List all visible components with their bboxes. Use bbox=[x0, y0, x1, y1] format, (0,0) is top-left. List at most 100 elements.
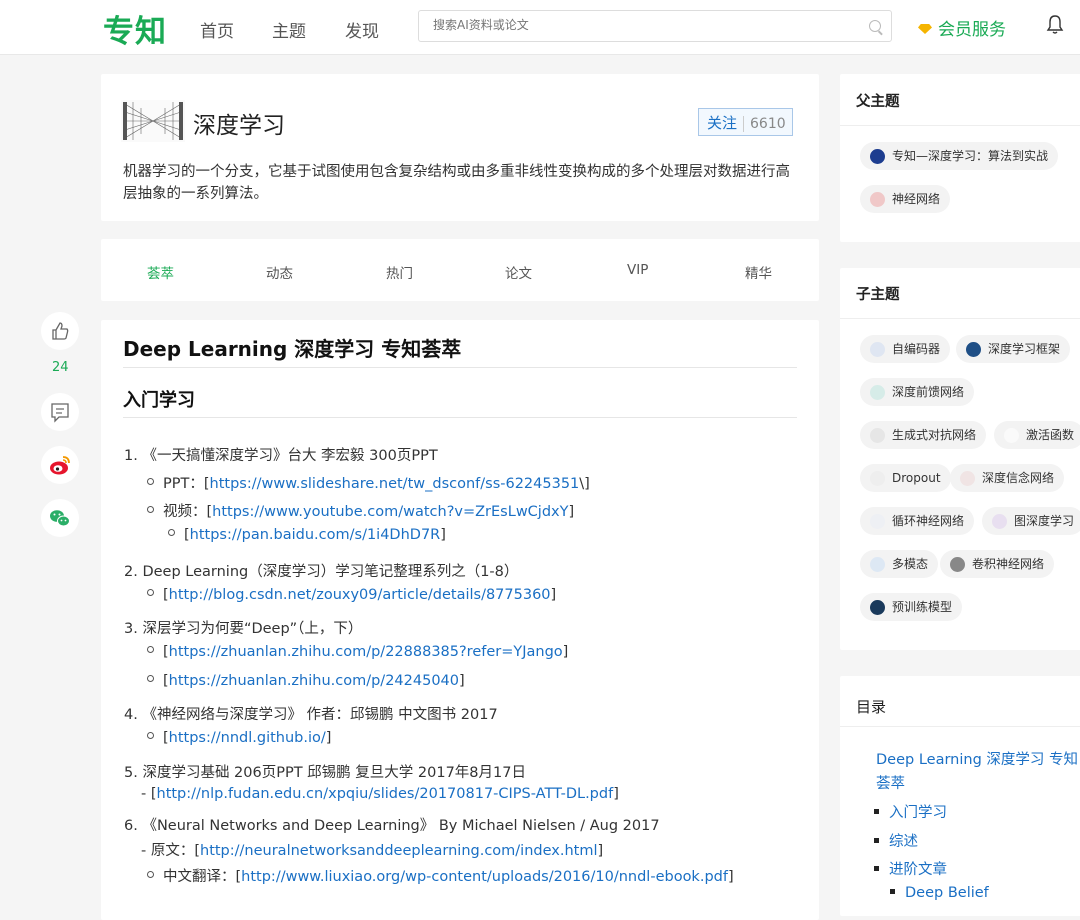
tab-digest[interactable]: 荟萃 bbox=[147, 262, 174, 282]
parent-topics-card: 父主题 专知—深度学习：算法到实战 神经网络 bbox=[840, 74, 1080, 242]
section-heading: 入门学习 bbox=[123, 390, 195, 411]
list-item: - [http://nlp.fudan.edu.cn/xpqiu/slides/… bbox=[141, 786, 619, 802]
topic-chip[interactable]: 卷积神经网络 bbox=[940, 550, 1055, 578]
topic-icon bbox=[960, 471, 975, 486]
divider bbox=[840, 318, 1080, 319]
topic-icon bbox=[870, 428, 885, 443]
topic-icon bbox=[870, 149, 885, 164]
link[interactable]: https://www.youtube.com/watch?v=ZrEsLwCj… bbox=[212, 504, 568, 520]
topic-chip[interactable]: 深度学习框架 bbox=[956, 335, 1071, 363]
link[interactable]: https://nndl.github.io/ bbox=[169, 730, 326, 746]
bell-icon[interactable] bbox=[1046, 14, 1064, 36]
topic-chip[interactable]: 深度前馈网络 bbox=[860, 378, 975, 406]
list-item: PPT：[https://www.slideshare.net/tw_dscon… bbox=[147, 472, 590, 493]
link[interactable]: http://nlp.fudan.edu.cn/xpqiu/slides/201… bbox=[157, 786, 614, 802]
topic-chip[interactable]: 神经网络 bbox=[860, 185, 951, 213]
divider bbox=[123, 367, 797, 368]
article-content: Deep Learning 深度学习 专知荟萃 入门学习 1. 《一天搞懂深度学… bbox=[101, 320, 819, 920]
wechat-icon bbox=[50, 510, 70, 527]
list-item: 视频：[https://www.youtube.com/watch?v=ZrEs… bbox=[147, 500, 574, 521]
list-item: 1. 《一天搞懂深度学习》台大 李宏毅 300页PPT bbox=[124, 448, 438, 464]
topic-icon bbox=[870, 192, 885, 207]
list-item: 2. Deep Learning（深度学习）学习笔记整理系列之（1-8） bbox=[124, 564, 519, 580]
list-item: - 原文：[http://neuralnetworksanddeeplearni… bbox=[141, 843, 604, 859]
top-header: 专知 首页 主题 发现 会员服务 bbox=[0, 0, 1080, 55]
child-topics-title: 子主题 bbox=[856, 287, 900, 303]
search-icon[interactable] bbox=[869, 20, 881, 32]
list-item: 4. 《神经网络与深度学习》 作者：邱锡鹏 中文图书 2017 bbox=[124, 707, 498, 723]
thumbs-up-icon bbox=[52, 322, 69, 340]
toc-item[interactable]: 荟萃 bbox=[876, 772, 905, 793]
topic-chip[interactable]: 预训练模型 bbox=[860, 593, 963, 621]
follow-button[interactable]: 关注 6610 bbox=[698, 108, 793, 136]
weibo-icon bbox=[50, 456, 70, 475]
search-input[interactable] bbox=[431, 17, 855, 33]
topic-chip[interactable]: 图深度学习 bbox=[982, 507, 1080, 535]
topic-chip[interactable]: 多模态 bbox=[860, 550, 939, 578]
toc-item[interactable]: 进阶文章 bbox=[874, 858, 947, 879]
toc-item[interactable]: Deep Belief bbox=[890, 885, 989, 901]
vip-service-link[interactable]: 会员服务 bbox=[918, 15, 1006, 40]
nav-discover[interactable]: 发现 bbox=[345, 17, 379, 42]
link[interactable]: http://www.liuxiao.org/wp-content/upload… bbox=[241, 869, 728, 885]
parent-topics-title: 父主题 bbox=[856, 94, 900, 110]
tab-hot[interactable]: 热门 bbox=[386, 262, 413, 282]
site-logo[interactable]: 专知 bbox=[103, 6, 167, 51]
follow-label: 关注 bbox=[707, 114, 738, 132]
topic-chip[interactable]: 激活函数 bbox=[994, 421, 1080, 449]
link[interactable]: https://pan.baidu.com/s/1i4DhD7R bbox=[190, 527, 441, 543]
topic-chip[interactable]: Dropout bbox=[860, 464, 951, 492]
list-item: [https://zhuanlan.zhihu.com/p/22888385?r… bbox=[147, 644, 568, 660]
comment-button[interactable] bbox=[41, 393, 79, 431]
list-item: 3. 深层学习为何要“Deep”（上，下） bbox=[124, 621, 363, 637]
topic-icon bbox=[966, 342, 981, 357]
topic-card: 深度学习 关注 6610 机器学习的一个分支，它基于试图使用包含复杂结构或由多重非… bbox=[101, 74, 819, 221]
comment-icon bbox=[51, 403, 69, 423]
follower-count: 6610 bbox=[743, 116, 786, 132]
nav-topics[interactable]: 主题 bbox=[272, 17, 306, 42]
tabs-bar: 荟萃 动态 热门 论文 VIP 精华 bbox=[101, 239, 819, 301]
like-count: 24 bbox=[52, 360, 69, 375]
list-item: 中文翻译：[http://www.liuxiao.org/wp-content/… bbox=[147, 865, 734, 886]
topic-icon bbox=[870, 514, 885, 529]
toc-title: 目录 bbox=[856, 698, 887, 716]
topic-icon bbox=[1004, 428, 1019, 443]
topic-icon bbox=[870, 385, 885, 400]
tab-vip[interactable]: VIP bbox=[627, 262, 648, 278]
child-topics-card: 子主题 自编码器 深度学习框架 深度前馈网络 生成式对抗网络 激活函数 Drop… bbox=[840, 268, 1080, 650]
wechat-share-button[interactable] bbox=[41, 499, 79, 537]
topic-description: 机器学习的一个分支，它基于试图使用包含复杂结构或由多重非线性变换构成的多个处理层… bbox=[123, 164, 790, 202]
topic-chip[interactable]: 深度信念网络 bbox=[950, 464, 1065, 492]
tab-featured[interactable]: 精华 bbox=[745, 262, 772, 282]
list-item: [http://blog.csdn.net/zouxy09/article/de… bbox=[147, 587, 556, 603]
toc-item[interactable]: 综述 bbox=[874, 830, 918, 851]
link[interactable]: http://blog.csdn.net/zouxy09/article/det… bbox=[169, 587, 551, 603]
link[interactable]: https://zhuanlan.zhihu.com/p/24245040 bbox=[169, 673, 459, 689]
toc-item[interactable]: 入门学习 bbox=[874, 801, 947, 822]
topic-chip[interactable]: 循环神经网络 bbox=[860, 507, 975, 535]
vip-label: 会员服务 bbox=[938, 20, 1006, 40]
link[interactable]: https://zhuanlan.zhihu.com/p/22888385?re… bbox=[169, 644, 563, 660]
topic-title: 深度学习 bbox=[193, 113, 285, 139]
toc-card: 目录 Deep Learning 深度学习 专知 荟萃 入门学习 综述 进阶文章… bbox=[840, 676, 1080, 916]
like-button[interactable] bbox=[41, 312, 79, 350]
list-item: 5. 深度学习基础 206页PPT 邱锡鹏 复旦大学 2017年8月17日 bbox=[124, 765, 526, 781]
tab-papers[interactable]: 论文 bbox=[505, 262, 532, 282]
toc-item[interactable]: Deep Learning 深度学习 专知 bbox=[876, 748, 1078, 769]
topic-chip[interactable]: 自编码器 bbox=[860, 335, 951, 363]
topic-chip[interactable]: 生成式对抗网络 bbox=[860, 421, 987, 449]
topic-chip[interactable]: 专知—深度学习：算法到实战 bbox=[860, 142, 1059, 170]
topic-icon bbox=[992, 514, 1007, 529]
topic-icon bbox=[870, 471, 885, 486]
diamond-icon bbox=[918, 24, 932, 34]
divider bbox=[840, 726, 1080, 727]
link[interactable]: http://neuralnetworksanddeeplearning.com… bbox=[200, 843, 598, 859]
tab-activity[interactable]: 动态 bbox=[266, 262, 293, 282]
topic-neural-net-image bbox=[121, 100, 185, 142]
divider bbox=[840, 125, 1080, 126]
weibo-share-button[interactable] bbox=[41, 446, 79, 484]
topic-icon bbox=[870, 600, 885, 615]
article-title: Deep Learning 深度学习 专知荟萃 bbox=[123, 337, 462, 361]
link[interactable]: https://www.slideshare.net/tw_dsconf/ss-… bbox=[210, 476, 580, 492]
nav-home[interactable]: 首页 bbox=[200, 17, 234, 42]
